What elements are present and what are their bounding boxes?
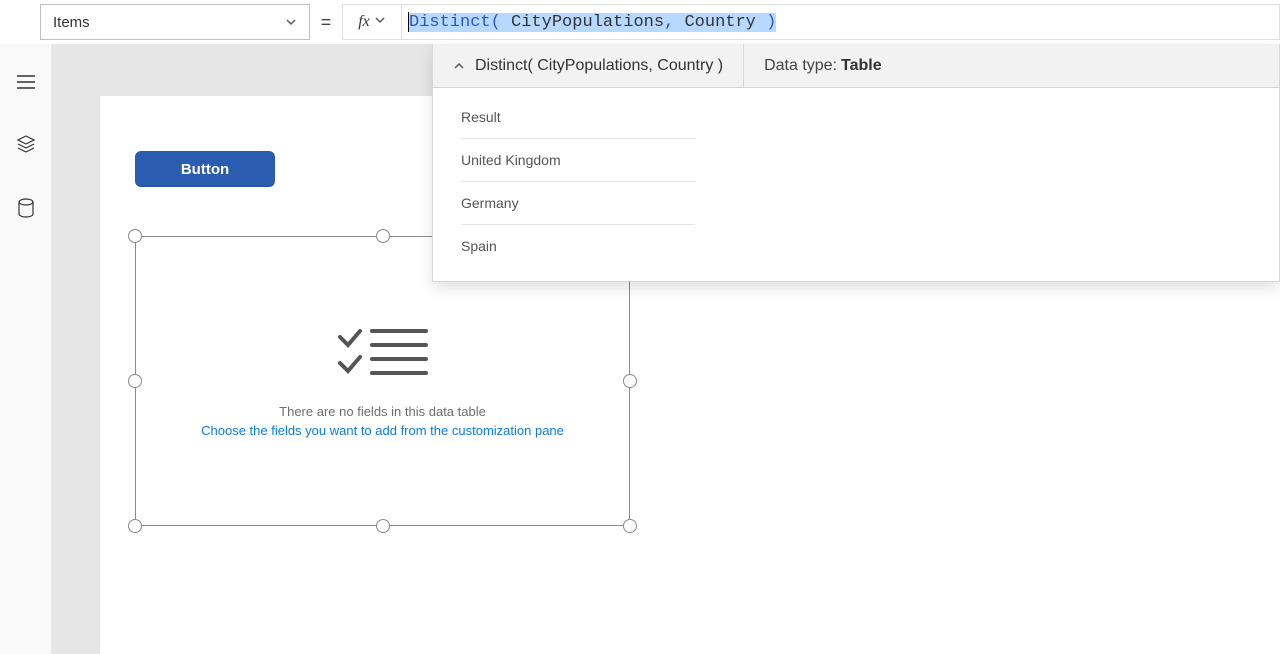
datatype-value: Table xyxy=(841,57,882,75)
chevron-up-icon[interactable] xyxy=(453,60,465,72)
formula-arg1: CityPopulations xyxy=(511,13,664,32)
suggest-result-row[interactable]: Germany xyxy=(461,182,695,225)
main-area: Button xyxy=(0,44,1280,654)
fx-label: fx xyxy=(358,13,370,31)
resize-handle[interactable] xyxy=(128,374,142,388)
datatable-empty-icon xyxy=(338,325,428,390)
formula-close: ) xyxy=(766,13,776,32)
datatype-label: Data type: xyxy=(764,57,837,75)
formula-bar: Items = fx Distinct( CityPopulations, Co… xyxy=(0,0,1280,44)
suggest-signature: Distinct( CityPopulations, Country ) xyxy=(475,57,723,75)
layers-icon[interactable] xyxy=(16,134,36,154)
suggest-results-header: Result xyxy=(461,96,695,139)
resize-handle[interactable] xyxy=(376,519,390,533)
formula-input[interactable]: Distinct( CityPopulations, Country ) xyxy=(402,4,1280,40)
property-selected-value: Items xyxy=(53,14,90,31)
fx-button[interactable]: fx xyxy=(342,4,402,40)
formula-sep: , xyxy=(664,13,684,32)
chevron-down-icon xyxy=(374,13,386,31)
cylinder-icon[interactable] xyxy=(17,198,35,218)
property-select[interactable]: Items xyxy=(40,4,310,40)
formula-function: Distinct( xyxy=(409,13,511,32)
suggest-result-row[interactable]: United Kingdom xyxy=(461,139,695,182)
formula-arg2: Country xyxy=(684,13,766,32)
resize-handle[interactable] xyxy=(128,519,142,533)
datatable-empty-msg1: There are no fields in this data table xyxy=(279,404,486,419)
button-label: Button xyxy=(181,161,229,178)
chevron-down-icon xyxy=(285,16,297,28)
datatable-empty-msg2-link[interactable]: Choose the fields you want to add from t… xyxy=(201,423,564,438)
equals-label: = xyxy=(310,12,342,33)
resize-handle[interactable] xyxy=(623,374,637,388)
suggest-result-row[interactable]: Spain xyxy=(461,225,695,267)
suggest-header: Distinct( CityPopulations, Country ) Dat… xyxy=(433,44,1279,88)
formula-suggest-panel: Distinct( CityPopulations, Country ) Dat… xyxy=(432,44,1280,282)
button-control[interactable]: Button xyxy=(135,151,275,187)
resize-handle[interactable] xyxy=(376,229,390,243)
hamburger-icon[interactable] xyxy=(16,74,36,90)
left-sidebar xyxy=(0,44,52,654)
resize-handle[interactable] xyxy=(128,229,142,243)
resize-handle[interactable] xyxy=(623,519,637,533)
suggest-results-list: Result United Kingdom Germany Spain xyxy=(433,88,723,281)
